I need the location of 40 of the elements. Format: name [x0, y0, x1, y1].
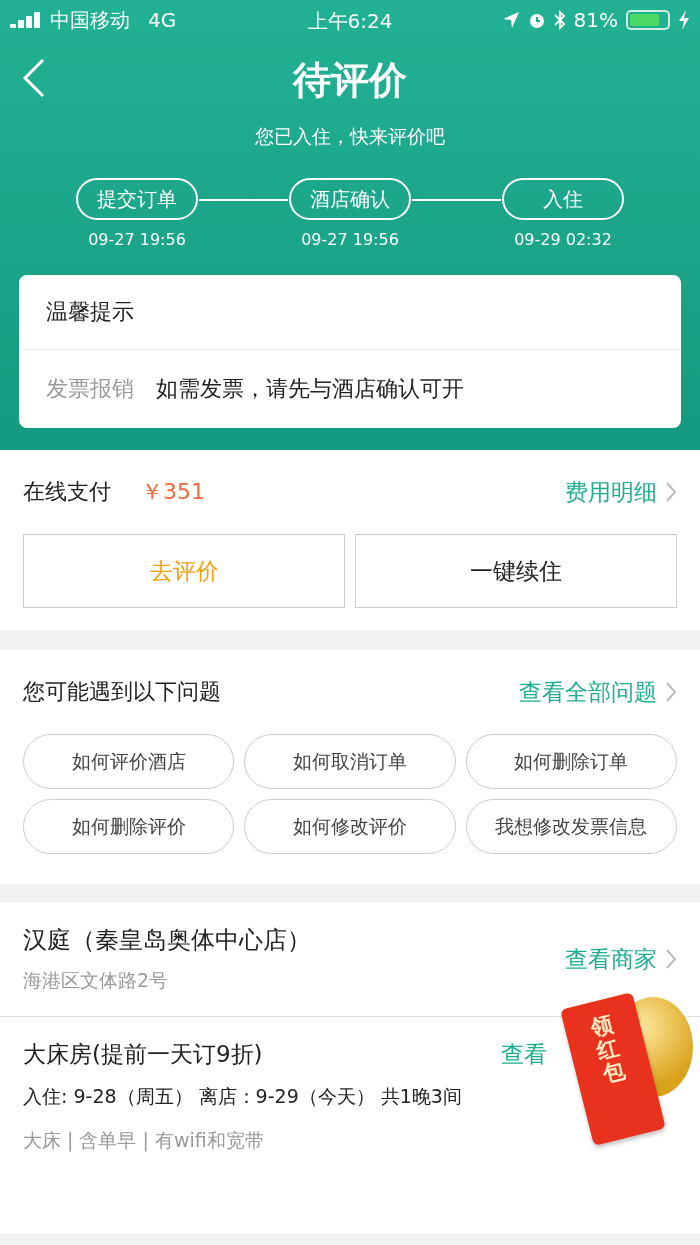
status-message: 您已入住，快来评价吧 [254, 124, 446, 149]
room-features: 大床 | 含单早 | 有wifi和宽带 [23, 1128, 265, 1154]
notice-label: 发票报销 [46, 375, 134, 403]
step-time: 09-27 19:56 [88, 230, 186, 249]
room-name: 大床房(提前一天订9折) [23, 1040, 263, 1069]
signal-icon [10, 12, 42, 28]
back-icon[interactable] [22, 58, 46, 98]
battery-percent: 81% [573, 8, 618, 32]
bluetooth-icon [553, 10, 566, 30]
progress-step: 酒店确认 [289, 178, 411, 220]
question-chip[interactable]: 如何修改评价 [244, 799, 456, 854]
hotel-name: 汉庭（秦皇岛奥体中心店） [23, 925, 311, 956]
clock-time: 上午6:24 [307, 8, 393, 35]
progress-step: 提交订单 [76, 178, 198, 220]
question-chip[interactable]: 如何取消订单 [244, 734, 456, 789]
question-chip[interactable]: 如何删除评价 [23, 799, 235, 854]
chevron-right-icon [665, 681, 677, 703]
chevron-right-icon [665, 948, 677, 970]
chevron-right-icon [665, 481, 677, 503]
question-chip[interactable]: 我想修改发票信息 [465, 799, 677, 854]
page-title: 待评价 [293, 56, 407, 104]
step-time: 09-29 02:32 [514, 230, 612, 249]
hotel-address: 海港区文体路2号 [23, 968, 170, 993]
network-type: 4G [148, 8, 177, 32]
charging-bolt-icon [678, 10, 690, 30]
location-arrow-icon [501, 11, 520, 29]
faq-title: 您可能遇到以下问题 [23, 678, 221, 706]
price: ￥351 [141, 478, 205, 506]
question-chip[interactable]: 如何删除订单 [465, 734, 677, 789]
step-time: 09-27 19:56 [301, 230, 399, 249]
notice-title: 温馨提示 [46, 299, 134, 324]
carrier-name: 中国移动 [50, 6, 130, 34]
payment-label: 在线支付 [23, 478, 111, 506]
alarm-clock-icon [527, 11, 546, 29]
battery-icon [626, 10, 670, 30]
question-chip[interactable]: 如何评价酒店 [23, 734, 235, 789]
progress-step: 入住 [502, 178, 624, 220]
stay-dates: 入住: 9-28（周五） 离店：9-29（今天） 共1晚3间 [23, 1084, 463, 1109]
action-button[interactable]: 一键续住 [355, 534, 677, 608]
notice-text: 如需发票，请先与酒店确认可开 [156, 375, 464, 403]
